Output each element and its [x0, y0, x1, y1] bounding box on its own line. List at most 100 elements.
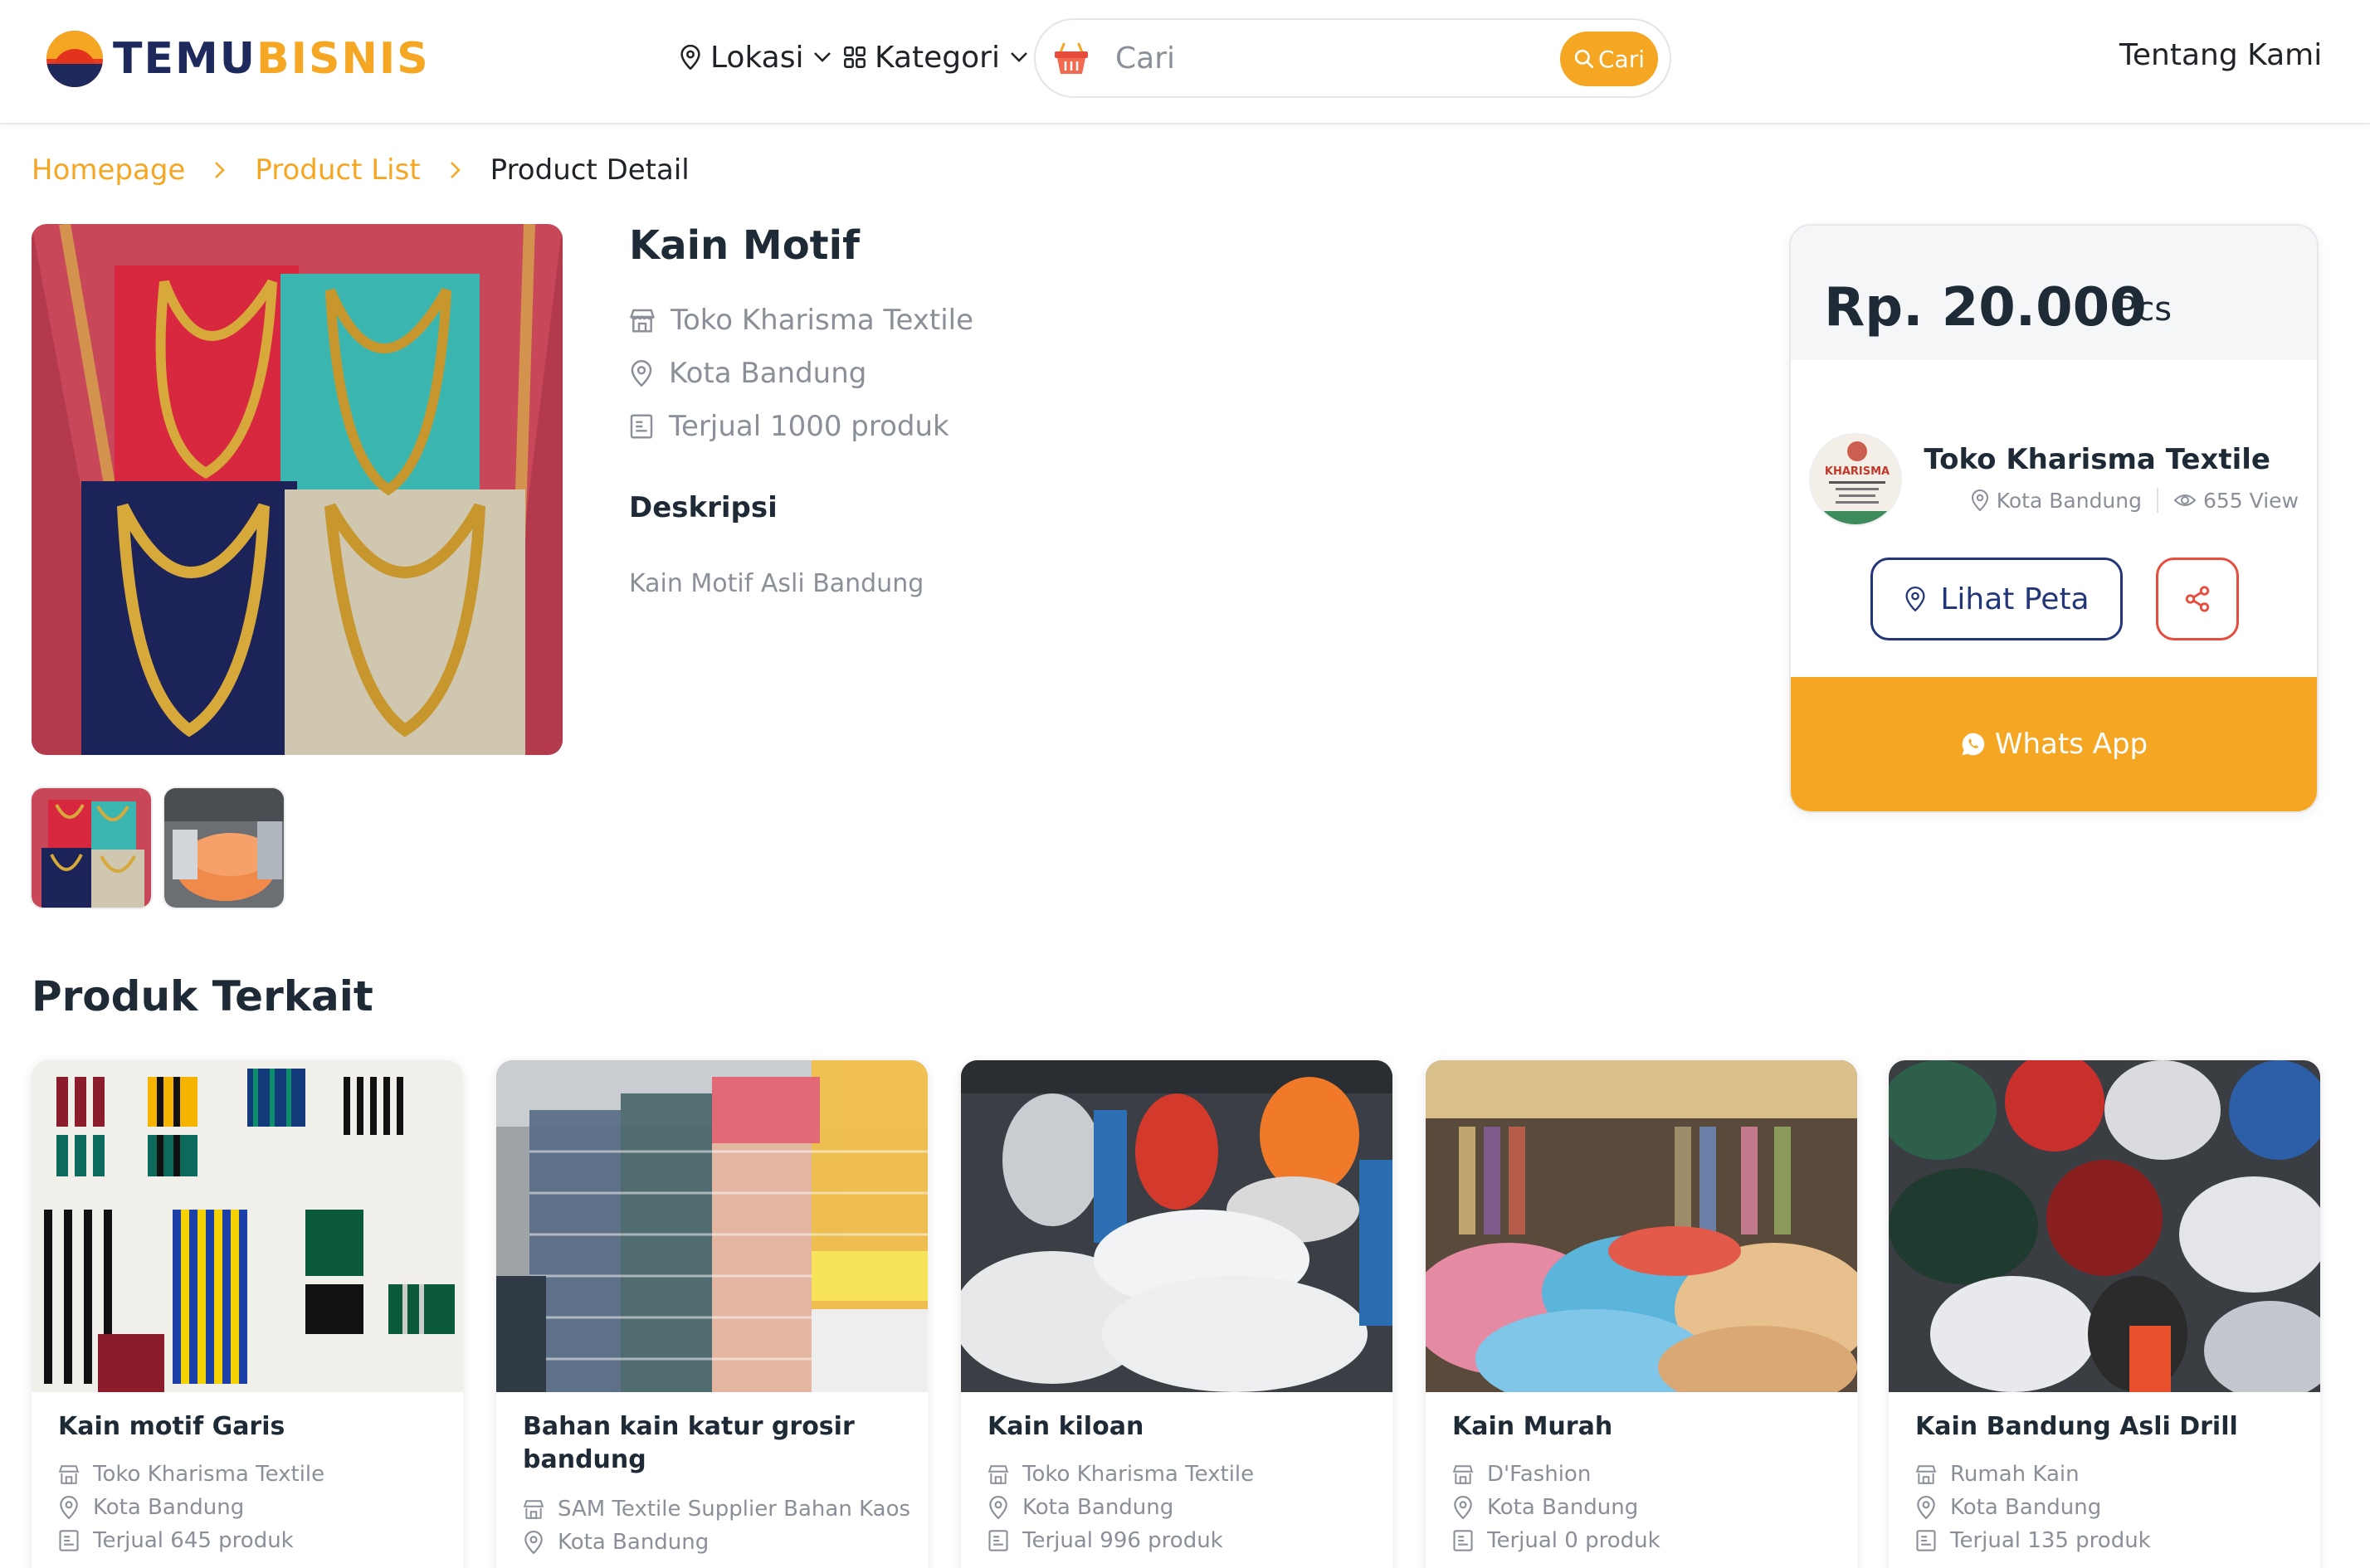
related-product-store: Toko Kharisma Textile	[988, 1462, 1254, 1487]
logo-text-part1: TEMU	[113, 34, 256, 84]
related-product-sold: Terjual 135 produk	[1915, 1528, 2151, 1553]
logo-icon	[46, 31, 103, 87]
search-button[interactable]: Cari	[1560, 32, 1658, 86]
description-heading: Deskripsi	[629, 491, 778, 524]
related-product-sold-count: Terjual 135 produk	[1950, 1528, 2151, 1553]
related-product-sold: Terjual 0 produk	[1452, 1528, 1660, 1553]
description-text: Kain Motif Asli Bandung	[629, 569, 924, 598]
share-button[interactable]	[2156, 558, 2239, 640]
related-product-store: D'Fashion	[1452, 1462, 1591, 1487]
chevron-down-icon	[814, 52, 831, 62]
product-city: Kota Bandung	[669, 357, 867, 390]
related-product-store: SAM Textile Supplier Bahan Kaos	[523, 1497, 910, 1522]
related-product-store-name: SAM Textile Supplier Bahan Kaos	[558, 1497, 911, 1522]
whatsapp-button[interactable]: Whats App	[1791, 677, 2317, 811]
seller-name[interactable]: Toko Kharisma Textile	[1791, 443, 2270, 476]
shopping-basket-icon	[1055, 42, 1088, 74]
receipt-icon	[59, 1530, 79, 1551]
related-product-location: Kota Bandung	[1915, 1495, 2101, 1520]
related-product-sold: Terjual 645 produk	[58, 1528, 294, 1553]
seller-city: Kota Bandung	[1996, 488, 2142, 513]
top-header: TEMUBISNIS Lokasi Kategori Cari Tentang …	[0, 0, 2370, 124]
location-dropdown[interactable]: Lokasi	[679, 37, 831, 78]
map-pin-icon	[524, 1531, 543, 1554]
product-sold: Terjual 1000 produk	[629, 410, 949, 443]
grid-icon	[844, 46, 866, 68]
map-pin-icon	[1917, 1496, 1935, 1519]
product-main-image[interactable]	[32, 224, 563, 755]
map-pin-icon	[631, 360, 652, 387]
logo-text-part2: BISNIS	[256, 34, 430, 84]
logo-text: TEMUBISNIS	[113, 34, 430, 84]
store-icon	[58, 1465, 80, 1484]
price-card: Rp. 20.000 / Pcs KHARISMA Toko Kharisma …	[1789, 224, 2319, 813]
related-product-location: Kota Bandung	[988, 1495, 1173, 1520]
map-pin-icon	[1454, 1496, 1472, 1519]
map-pin-icon	[1905, 587, 1925, 611]
related-product-image	[961, 1060, 1392, 1392]
related-product-image	[496, 1060, 928, 1392]
search-icon	[1574, 49, 1594, 69]
product-thumbnail-2[interactable]	[164, 788, 284, 908]
location-label: Lokasi	[710, 40, 804, 75]
chevron-down-icon	[1011, 52, 1027, 62]
receipt-icon	[630, 414, 653, 439]
related-product-image	[32, 1060, 463, 1392]
related-product-city: Kota Bandung	[1022, 1495, 1174, 1520]
seller-views: 655 View	[2203, 488, 2299, 513]
product-store-name: Toko Kharisma Textile	[671, 304, 974, 337]
store-icon	[988, 1465, 1009, 1484]
breadcrumb-product-list[interactable]: Product List	[255, 153, 420, 187]
related-product-location: Kota Bandung	[523, 1530, 709, 1555]
site-logo[interactable]: TEMUBISNIS	[46, 30, 430, 88]
product-location: Kota Bandung	[629, 357, 866, 390]
related-product-card[interactable]: Kain Murah D'Fashion Kota Bandung Terjua…	[1426, 1060, 1857, 1568]
view-map-label: Lihat Peta	[1940, 582, 2090, 616]
price-unit: / Pcs	[2094, 290, 2172, 329]
related-product-card[interactable]: Kain kiloan Toko Kharisma Textile Kota B…	[961, 1060, 1392, 1568]
about-us-link[interactable]: Tentang Kami	[2119, 38, 2322, 72]
related-product-store-name: Rumah Kain	[1950, 1462, 2080, 1487]
related-product-store-name: D'Fashion	[1487, 1462, 1592, 1487]
product-thumbnail-1[interactable]	[32, 788, 151, 908]
related-product-city: Kota Bandung	[1950, 1495, 2102, 1520]
receipt-icon	[988, 1530, 1008, 1551]
category-dropdown[interactable]: Kategori	[843, 37, 1028, 78]
whatsapp-icon	[1962, 733, 1985, 756]
related-product-sold-count: Terjual 0 produk	[1487, 1528, 1660, 1553]
view-map-button[interactable]: Lihat Peta	[1870, 558, 2123, 640]
store-icon	[523, 1500, 544, 1519]
breadcrumb-home[interactable]: Homepage	[32, 153, 185, 187]
related-product-name: Kain motif Garis	[58, 1412, 285, 1441]
related-product-image	[1889, 1060, 2320, 1392]
related-product-store-name: Toko Kharisma Textile	[1022, 1462, 1255, 1487]
store-icon	[1915, 1465, 1937, 1484]
share-icon	[2185, 586, 2210, 612]
related-product-card[interactable]: Kain motif Garis Toko Kharisma Textile K…	[32, 1060, 463, 1568]
map-pin-icon	[60, 1496, 78, 1519]
related-product-store-name: Toko Kharisma Textile	[93, 1462, 325, 1487]
related-product-city: Kota Bandung	[1487, 1495, 1639, 1520]
store-icon	[630, 309, 655, 333]
related-product-image	[1426, 1060, 1857, 1392]
related-product-sold: Terjual 996 produk	[988, 1528, 1223, 1553]
related-product-city: Kota Bandung	[558, 1530, 710, 1555]
search-input[interactable]	[1115, 41, 1547, 75]
map-pin-icon	[1971, 489, 1988, 511]
related-product-card[interactable]: Bahan kain katur grosir bandung SAM Text…	[496, 1060, 928, 1568]
related-product-sold-count: Terjual 996 produk	[1022, 1528, 1223, 1553]
related-product-city: Kota Bandung	[93, 1495, 245, 1520]
receipt-icon	[1916, 1530, 1936, 1551]
related-product-sold-count: Terjual 645 produk	[93, 1528, 294, 1553]
store-icon	[1452, 1465, 1474, 1484]
product-store[interactable]: Toko Kharisma Textile	[629, 304, 973, 337]
related-product-name: Bahan kain katur grosir bandung	[523, 1412, 855, 1474]
related-product-store: Toko Kharisma Textile	[58, 1462, 324, 1487]
map-pin-icon	[989, 1496, 1007, 1519]
related-product-card[interactable]: Kain Bandung Asli Drill Rumah Kain Kota …	[1889, 1060, 2320, 1568]
breadcrumb-current: Product Detail	[490, 153, 690, 187]
product-sold-count: Terjual 1000 produk	[669, 410, 949, 443]
divider	[2157, 488, 2158, 513]
related-product-location: Kota Bandung	[1452, 1495, 1638, 1520]
related-product-store: Rumah Kain	[1915, 1462, 2080, 1487]
